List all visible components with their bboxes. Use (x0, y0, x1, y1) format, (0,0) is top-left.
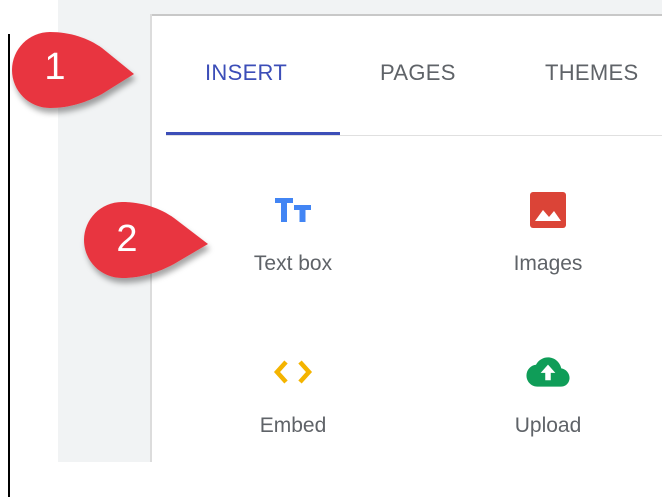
insert-panel: INSERT PAGES THEMES Text box Images Embe… (152, 16, 662, 462)
images-label: Images (513, 252, 583, 275)
embed-code-icon (271, 350, 315, 394)
insert-embed-button[interactable]: Embed (213, 350, 373, 460)
insert-upload-button[interactable]: Upload (468, 350, 628, 460)
insert-images-button[interactable]: Images (468, 188, 628, 298)
tab-themes[interactable]: THEMES (545, 60, 638, 86)
image-icon (526, 188, 570, 232)
text-box-label: Text box (253, 252, 333, 275)
tab-insert[interactable]: INSERT (205, 60, 287, 86)
embed-label: Embed (259, 414, 327, 437)
top-gray-strip (58, 0, 662, 14)
upload-label: Upload (514, 414, 582, 437)
cloud-upload-icon (526, 350, 570, 394)
insert-text-box-button[interactable]: Text box (213, 188, 373, 298)
left-border-line (8, 34, 10, 497)
text-box-icon (271, 188, 315, 232)
tab-divider (166, 135, 662, 136)
side-gray-strip (58, 14, 150, 462)
tab-pages[interactable]: PAGES (380, 60, 456, 86)
